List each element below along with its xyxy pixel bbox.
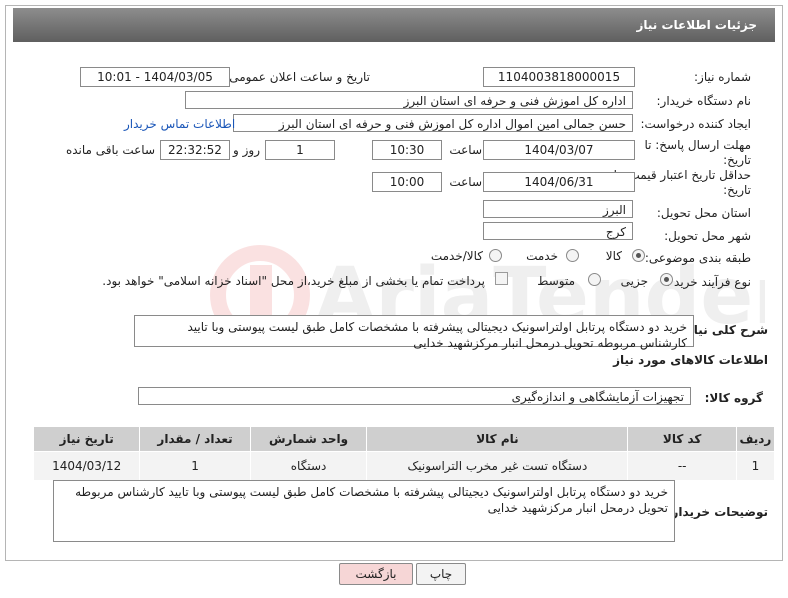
days-field: 1 (265, 140, 335, 160)
category-goods-radio[interactable] (632, 249, 645, 262)
city-label: شهر محل تحویل: (664, 229, 751, 243)
category-goods-service-label: کالا/خدمت (430, 249, 483, 263)
row-date: 1404/03/12 (32, 451, 141, 481)
need-number-field: 1104003818000015 (483, 67, 635, 87)
col-name: نام کالا (366, 426, 629, 452)
process-minor-label: جزیی (620, 274, 648, 288)
col-code: کد کالا (627, 426, 737, 452)
buyer-notes-label: توضیحات خریدار: (666, 505, 768, 519)
process-label: نوع فرآیند خرید : (666, 275, 751, 289)
panel-header: جزئیات اطلاعات نیاز (13, 8, 775, 42)
announce-date-field: 1404/03/05 - 10:01 (80, 67, 230, 87)
deadline-time-label: ساعت (449, 143, 482, 157)
row-qty: 1 (139, 451, 251, 481)
col-unit: واحد شمارش (249, 426, 368, 452)
goods-group-label: گروه کالا: (704, 391, 763, 405)
deadline-time-field: 10:30 (372, 140, 442, 160)
category-goods-label: کالا (605, 249, 622, 263)
category-goods-service-radio[interactable] (489, 249, 502, 262)
province-label: استان محل تحویل: (656, 206, 751, 220)
col-index: ردیف (735, 426, 776, 452)
treasury-payment-note: پرداخت تمام یا بخشی از مبلغ خرید،از محل … (102, 274, 485, 288)
creator-label: ایجاد کننده درخواست: (640, 117, 751, 131)
col-qty: تعداد / مقدار (139, 426, 251, 452)
print-button[interactable]: چاپ (416, 563, 466, 585)
validity-time-field: 10:00 (372, 172, 442, 192)
remaining-time-label: ساعت باقی مانده (65, 143, 155, 157)
buyer-contact-link[interactable]: اطلاعات تماس خریدار (124, 117, 235, 131)
row-unit: دستگاه (249, 451, 368, 481)
category-service-label: خدمت (526, 249, 558, 263)
process-medium-radio[interactable] (588, 273, 601, 286)
deadline-date-field: 1404/03/07 (483, 140, 635, 160)
goods-table-header: ردیف کد کالا نام کالا واحد شمارش تعداد /… (32, 426, 776, 452)
row-code: -- (627, 451, 737, 481)
validity-time-label: ساعت (449, 175, 482, 189)
creator-field: حسن جمالی امین اموال اداره کل اموزش فنی … (233, 114, 633, 132)
deadline-label: مهلت ارسال پاسخ: تا تاریخ: (644, 138, 751, 167)
goods-section-title: اطلاعات کالاهای مورد نیاز (613, 353, 768, 367)
goods-table: ردیف کد کالا نام کالا واحد شمارش تعداد /… (32, 426, 776, 481)
row-name: دستگاه تست غیر مخرب التراسونیک (366, 451, 629, 481)
process-minor-radio[interactable] (660, 273, 673, 286)
province-field: البرز (483, 200, 633, 218)
validity-date-field: 1404/06/31 (483, 172, 635, 192)
table-row: 1 -- دستگاه تست غیر مخرب التراسونیک دستگ… (32, 451, 776, 481)
description-label: شرح کلی نیاز: (682, 323, 768, 337)
announce-date-label: تاریخ و ساعت اعلان عمومی: (225, 70, 370, 84)
buyer-org-label: نام دستگاه خریدار: (656, 94, 752, 108)
buyer-org-field: اداره کل اموزش فنی و حرفه ای استان البرز (185, 91, 633, 109)
process-medium-label: متوسط (537, 274, 575, 288)
description-textarea[interactable]: خرید دو دستگاه پرتابل اولتراسونیک دیجیتا… (134, 315, 694, 350)
panel-title: جزئیات اطلاعات نیاز (636, 18, 757, 32)
goods-group-field: تجهیزات آزمایشگاهی و اندازه‌گیری (138, 387, 691, 405)
category-label: طبقه بندی موضوعی: (644, 251, 751, 265)
buyer-notes-textarea[interactable]: خرید دو دستگاه پرتابل اولتراسونیک دیجیتا… (53, 480, 675, 542)
row-index: 1 (735, 451, 776, 481)
treasury-payment-checkbox[interactable] (495, 272, 508, 285)
city-field: کرج (483, 222, 633, 240)
back-button[interactable]: بازگشت (339, 563, 413, 585)
category-service-radio[interactable] (566, 249, 579, 262)
col-date: تاریخ نیاز (32, 426, 141, 452)
remaining-time-field: 22:32:52 (160, 140, 230, 160)
days-label: روز و (233, 143, 260, 157)
need-number-label: شماره نیاز: (694, 70, 751, 84)
